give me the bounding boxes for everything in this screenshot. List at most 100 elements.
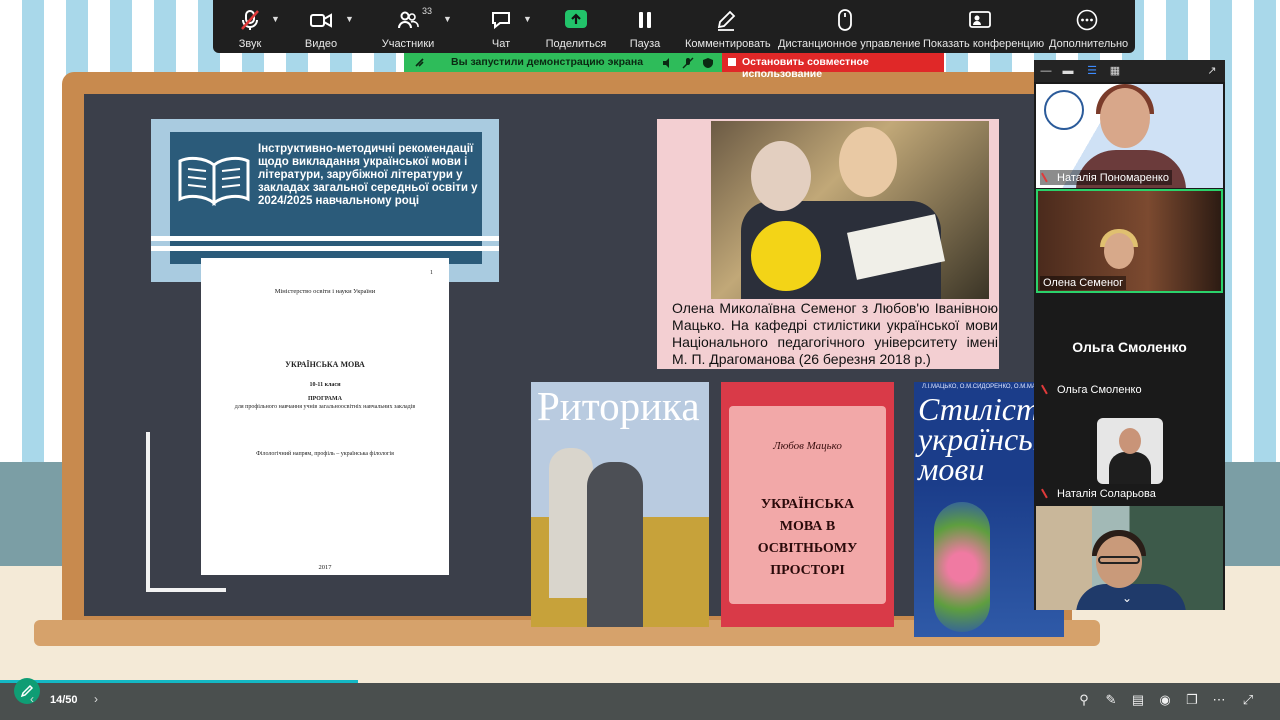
pause-label: Пауза <box>629 38 661 50</box>
avatar <box>1097 418 1163 484</box>
layout-strip-icon[interactable]: ☰ <box>1086 65 1098 77</box>
stop-share-button[interactable]: Остановить совместное использование <box>722 53 944 80</box>
mouse-icon <box>838 9 852 31</box>
meeting-toolbar: ▼ Звук ▼ Видео 33 ▼ Участники ▼ Чат Поде… <box>213 0 1135 53</box>
remote-control-button[interactable]: Дистанционное управление <box>778 0 921 53</box>
document-year: 2017 <box>318 564 332 571</box>
document-program-desc: для профільного навчання учнів загальноо… <box>234 404 416 410</box>
video-camera-icon <box>310 13 332 28</box>
annotate-label: Комментировать <box>685 38 771 50</box>
more-icon <box>1076 9 1098 31</box>
portrait-photo <box>711 121 989 299</box>
participant-name: Олена Семеног <box>1040 276 1127 290</box>
book-author: Любов Мацько <box>773 440 842 452</box>
share-button[interactable]: Поделиться <box>543 0 609 53</box>
shield-icon[interactable] <box>702 57 714 69</box>
minimize-icon[interactable]: — <box>1040 65 1052 77</box>
document-direction: Філологічний напрям, профіль – українськ… <box>256 451 394 457</box>
book-authors: Л.І.МАЦЬКО, О.М.СИДОРЕНКО, О.М.МАЦЬКО <box>922 384 1053 390</box>
grip-icon[interactable] <box>414 57 425 68</box>
previous-slide-button[interactable]: ‹ <box>30 692 34 706</box>
pause-button[interactable]: Пауза <box>625 0 665 53</box>
chevron-down-icon[interactable]: ▼ <box>345 14 354 24</box>
audio-label: Звук <box>238 38 262 50</box>
video-label: Видео <box>304 38 338 50</box>
pause-icon <box>639 12 651 28</box>
speaker-icon[interactable] <box>662 57 674 69</box>
show-meeting-button[interactable]: Показать конференцию <box>923 0 1045 53</box>
show-meeting-label: Показать конференцию <box>923 38 1045 50</box>
audio-button[interactable]: ▼ Звук <box>225 0 280 53</box>
chevron-down-icon[interactable]: ⌄ <box>1122 591 1132 605</box>
chevron-down-icon[interactable]: ▼ <box>443 14 452 24</box>
participant-name: Наталія Пономаренко <box>1040 169 1172 185</box>
participant-tile[interactable]: Ольга Смоленко Ольга Смоленко <box>1036 296 1223 400</box>
book-cover-rhetoric: Риторика <box>531 382 709 627</box>
participant-tile-active-speaker[interactable]: Олена Семеног <box>1036 189 1223 293</box>
participant-name-text: Наталія Соларьова <box>1057 488 1156 500</box>
document-page-number: 1 <box>430 270 433 276</box>
document-ministry: Міністерство освіти і науки України <box>274 288 376 295</box>
slide-page-indicator: 14/50 <box>50 694 78 706</box>
layout-grid-icon[interactable]: ▦ <box>1109 65 1121 77</box>
annotate-pen-icon <box>717 10 736 31</box>
picture-in-picture-icon[interactable]: ❐ <box>1184 692 1200 708</box>
banner-stripe <box>151 236 499 241</box>
document-grade: 10-11 класи <box>309 382 341 388</box>
chevron-down-icon[interactable]: ▼ <box>523 14 532 24</box>
university-logo <box>1044 90 1084 130</box>
guidelines-banner-title: Інструктивно-методичні рекомендації щодо… <box>258 143 478 207</box>
chat-button[interactable]: ▼ Чат <box>481 0 532 53</box>
participant-name: Наталія Соларьова <box>1040 485 1159 501</box>
program-document-page: 1 Міністерство освіти і науки України УК… <box>201 258 449 575</box>
book-title: УКРАЇНСЬКА МОВА В ОСВІТНЬОМУ ПРОСТОРІ <box>757 497 858 578</box>
participants-button[interactable]: 33 ▼ Участники <box>379 0 452 53</box>
layout-single-icon[interactable]: ▬ <box>1062 65 1074 77</box>
stop-share-label: Остановить совместное использование <box>742 56 869 80</box>
mic-muted-icon[interactable] <box>682 57 694 69</box>
next-slide-button[interactable]: › <box>94 692 98 706</box>
video-button[interactable]: ▼ Видео <box>299 0 354 53</box>
fullscreen-exit-icon[interactable]: ⤢ <box>1240 692 1256 708</box>
expand-icon[interactable]: ↗ <box>1206 65 1218 77</box>
mic-muted-icon <box>241 10 259 30</box>
zoom-icon[interactable]: ⚲ <box>1076 692 1092 708</box>
participant-tile[interactable]: Наталія Соларьова <box>1036 400 1223 504</box>
screen-share-status-text: Вы запустили демонстрацию экрана <box>451 56 644 68</box>
participant-name: Ольга Смоленко <box>1040 381 1145 397</box>
book-cover-ukrainian-language: Любов Мацько УКРАЇНСЬКА МОВА В ОСВІТНЬОМ… <box>721 382 894 627</box>
stop-square-icon <box>728 58 736 66</box>
participant-display-name: Ольга Смоленко <box>1072 339 1187 355</box>
participant-name-text: Олена Семеног <box>1043 277 1124 289</box>
captions-icon[interactable]: ▤ <box>1130 692 1146 708</box>
show-meeting-icon <box>969 11 991 28</box>
mic-muted-icon <box>1041 381 1053 395</box>
annotate-icon[interactable]: ✎ <box>1103 692 1119 708</box>
panel-header: — ▬ ☰ ▦ ↗ <box>1034 60 1225 82</box>
participants-icon <box>398 11 419 29</box>
share-screen-icon <box>565 10 587 28</box>
annotate-button[interactable]: Комментировать <box>685 0 771 53</box>
participants-video-panel: — ▬ ☰ ▦ ↗ Наталія Пономаренко Олена Семе… <box>1034 60 1225 610</box>
remote-control-label: Дистанционное управление <box>778 38 921 50</box>
participants-count: 33 <box>422 6 433 16</box>
participant-tile[interactable]: Наталія Пономаренко <box>1036 84 1223 188</box>
chat-icon <box>492 12 510 30</box>
chevron-down-icon[interactable]: ▼ <box>271 14 280 24</box>
participants-label: Участники <box>381 38 435 50</box>
mic-muted-icon <box>1041 169 1053 183</box>
more-button[interactable]: Дополнительно <box>1049 0 1128 53</box>
participant-name-text: Ольга Смоленко <box>1057 384 1142 396</box>
banner-stripe <box>151 246 499 251</box>
screen-share-status-bar: Вы запустили демонстрацию экрана <box>404 53 722 72</box>
book-title: Риторика <box>537 383 700 429</box>
more-options-icon[interactable]: ⋯ <box>1211 692 1227 708</box>
document-subject: УКРАЇНСЬКА МОВА <box>285 360 365 369</box>
photo-caption: Олена Миколаївна Семеног з Любов'ю Івані… <box>672 300 998 367</box>
share-label: Поделиться <box>545 38 607 50</box>
mic-muted-icon <box>1041 485 1053 499</box>
annotate-pen-button[interactable] <box>14 678 40 704</box>
live-icon[interactable]: ◉ <box>1157 692 1173 708</box>
open-book-icon <box>178 156 250 207</box>
participant-name-text: Наталія Пономаренко <box>1057 172 1169 184</box>
